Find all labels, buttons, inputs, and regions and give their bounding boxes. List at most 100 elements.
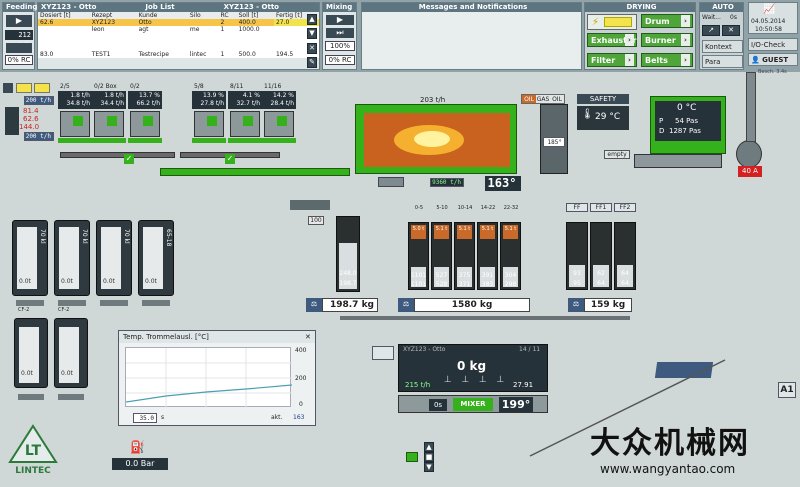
play-button[interactable]: ▶ <box>6 15 32 27</box>
silo-value: 0.0t <box>145 278 157 285</box>
feed-left-panel: 200 t/h 81.4 62.6 144.0 200 t/h <box>3 83 54 143</box>
filler-bin[interactable]: 93 95 <box>566 222 588 290</box>
move-down-button[interactable]: ▼ <box>307 28 317 40</box>
hot-bin-size: 22-32 <box>503 205 519 211</box>
silo-valve[interactable] <box>142 300 170 306</box>
fuel-oil-2[interactable]: OIL <box>550 95 564 103</box>
additive-silo[interactable]: 0.0t <box>14 318 48 388</box>
filler-scale[interactable]: ⚖ 159 kg <box>568 298 632 312</box>
filler-select-button[interactable]: FF <box>566 203 588 212</box>
filler-select-button[interactable]: FF2 <box>614 203 636 212</box>
burner-button[interactable]: Burner › <box>641 33 693 47</box>
feeding-panel: Feeding ▶ 212 t/h 0% RC <box>2 2 37 70</box>
mixing-percent[interactable]: 100% <box>325 41 355 51</box>
move-up-button[interactable]: ▲ <box>307 14 317 25</box>
bitumen-silo[interactable]: 70 kl 0.0t <box>54 220 90 296</box>
table-row[interactable]: 83.0 TEST1 Testrecipe lintec 1 500.0 194… <box>38 51 319 58</box>
safety-button[interactable]: SAFETY <box>577 94 629 104</box>
trend-interval-input[interactable]: 35.0 <box>133 413 157 423</box>
filler-select-button[interactable]: FF1 <box>590 203 612 212</box>
feeder-belt <box>262 138 296 143</box>
kontext-button[interactable]: Kontext <box>702 40 743 53</box>
drum-motor[interactable] <box>378 177 404 187</box>
auto-arrow-button[interactable]: ↗ <box>702 25 720 36</box>
discharge-icon[interactable] <box>372 346 394 360</box>
empty-button[interactable]: empty <box>604 150 630 159</box>
silo-valve[interactable] <box>58 394 84 400</box>
cold-bin[interactable]: 0/2 Box 1.8 t/h 34.4 t/h <box>92 83 126 145</box>
trend-ymax: 400 <box>295 347 307 354</box>
hot-bin[interactable]: 5.0 t 1101 1101 <box>408 222 429 290</box>
feeding-adjust-button[interactable] <box>6 43 32 53</box>
bag-filter[interactable]: 0 °C P 54 Pas D 1287 Pas <box>650 96 726 154</box>
corner-a1-button[interactable]: A1 <box>778 382 796 398</box>
hot-bin[interactable]: 5.1 t 375 371 <box>454 222 475 290</box>
silo-valve[interactable] <box>16 300 44 306</box>
valve-indicator[interactable] <box>406 452 418 462</box>
fan-current: 40 A <box>738 166 762 177</box>
additive-silo-label: CF-2 <box>18 307 30 313</box>
belts-button[interactable]: Belts › <box>641 53 693 67</box>
collector-belt-left <box>60 152 175 158</box>
exhaustor-button[interactable]: Exhaustor › <box>587 33 637 47</box>
edit-job-button[interactable]: ✎ <box>307 56 317 68</box>
io-check-button[interactable]: I/O-Check <box>748 38 798 51</box>
cold-bin[interactable]: 5/8 13.9 % 27.8 t/h <box>192 83 226 145</box>
hot-bin[interactable]: 5.1 t 304 298 <box>500 222 521 290</box>
auto-title: AUTO <box>700 3 743 12</box>
additive-silo[interactable]: 0.0t <box>54 318 88 388</box>
cold-bin[interactable]: 11/16 14.2 % 28.4 t/h <box>262 83 296 145</box>
logo-text: LINTEC <box>15 466 51 476</box>
cold-bin-value-2: 34.4 t/h <box>100 100 124 107</box>
hot-bin-value: 391 <box>481 272 494 279</box>
fuel-selector[interactable]: OIL GAS OIL <box>521 94 565 104</box>
bitumen-silo[interactable]: 70 kl 0.0t <box>12 220 48 296</box>
table-row[interactable]: leon agt me 1 1000.0 <box>38 26 319 33</box>
hot-bin[interactable]: 5.1 t 391 383 <box>477 222 498 290</box>
filter-button[interactable]: Filter › <box>587 53 637 67</box>
filler-bin[interactable]: 64 64 <box>614 222 636 290</box>
job-list-left-title: XYZ123 - Otto <box>41 3 97 11</box>
fuel-oil[interactable]: OIL <box>522 95 536 103</box>
table-row[interactable]: 62.6 XYZ123 Otto 2 400.0 27.0 <box>38 19 319 26</box>
mixing-rc[interactable]: 0% RC <box>325 55 355 65</box>
filter-display: 0 °C P 54 Pas D 1287 Pas <box>655 101 721 141</box>
silo-valve[interactable] <box>58 300 86 306</box>
valve-up-button[interactable]: ▲ <box>424 442 434 452</box>
feed-button[interactable] <box>3 83 13 93</box>
aggregate-scale[interactable]: ⚖ 1580 kg <box>398 298 530 312</box>
bitumen-silo[interactable]: 65-18 0.0t <box>138 220 174 296</box>
feeder-belt <box>228 138 262 143</box>
cold-bin[interactable]: 0/2 13.7 % 66.2 t/h <box>128 83 162 145</box>
valve-down-button[interactable]: ▼ <box>424 462 434 472</box>
dryer-drum[interactable] <box>355 104 517 174</box>
mixer-recipe: XYZ123 - Otto <box>403 346 446 353</box>
close-icon[interactable]: ✕ <box>305 333 311 341</box>
mixing-play-button[interactable]: ▶ <box>326 15 354 25</box>
drum-button[interactable]: Drum › <box>641 14 693 28</box>
trend-window[interactable]: Temp. Trommelausl. [°C] ✕ 400 200 0 35.0… <box>118 330 316 426</box>
fuel-gas[interactable]: GAS <box>536 95 550 103</box>
mixer-button[interactable]: MIXER <box>453 398 493 411</box>
mixing-skip-button[interactable]: ⏭ <box>326 28 354 38</box>
feeding-rc[interactable]: 0% RC <box>5 55 33 65</box>
delete-job-button[interactable]: ✕ <box>307 42 317 54</box>
rc-value-1: 248.0 <box>339 270 357 277</box>
para-button[interactable]: Para <box>702 55 743 68</box>
auto-stop-button[interactable]: ✕ <box>722 25 740 36</box>
rc-top-value: 100 <box>308 216 324 225</box>
hot-bin-value: 1101 <box>410 272 427 279</box>
filler-bin[interactable]: 62 64 <box>590 222 612 290</box>
cold-bin[interactable]: 8/11 4.1 % 32.7 t/h <box>228 83 262 145</box>
scale-icon: ⚖ <box>398 298 414 312</box>
bitumen-silo[interactable]: 70 kl 0.0t <box>96 220 132 296</box>
hot-bin[interactable]: 5.1 t 527 528 <box>431 222 452 290</box>
valve-stop-button[interactable]: ■ <box>424 452 434 462</box>
cold-bin[interactable]: 2/5 1.8 t/h 34.8 t/h <box>58 83 92 145</box>
guest-button[interactable]: 👤 GUEST <box>748 53 798 66</box>
silo-valve[interactable] <box>18 394 44 400</box>
exhaust-fan[interactable] <box>736 140 762 168</box>
rc-scale[interactable]: ⚖ 198.7 kg <box>306 298 378 312</box>
para-label: Para <box>705 58 721 66</box>
silo-valve[interactable] <box>100 300 128 306</box>
